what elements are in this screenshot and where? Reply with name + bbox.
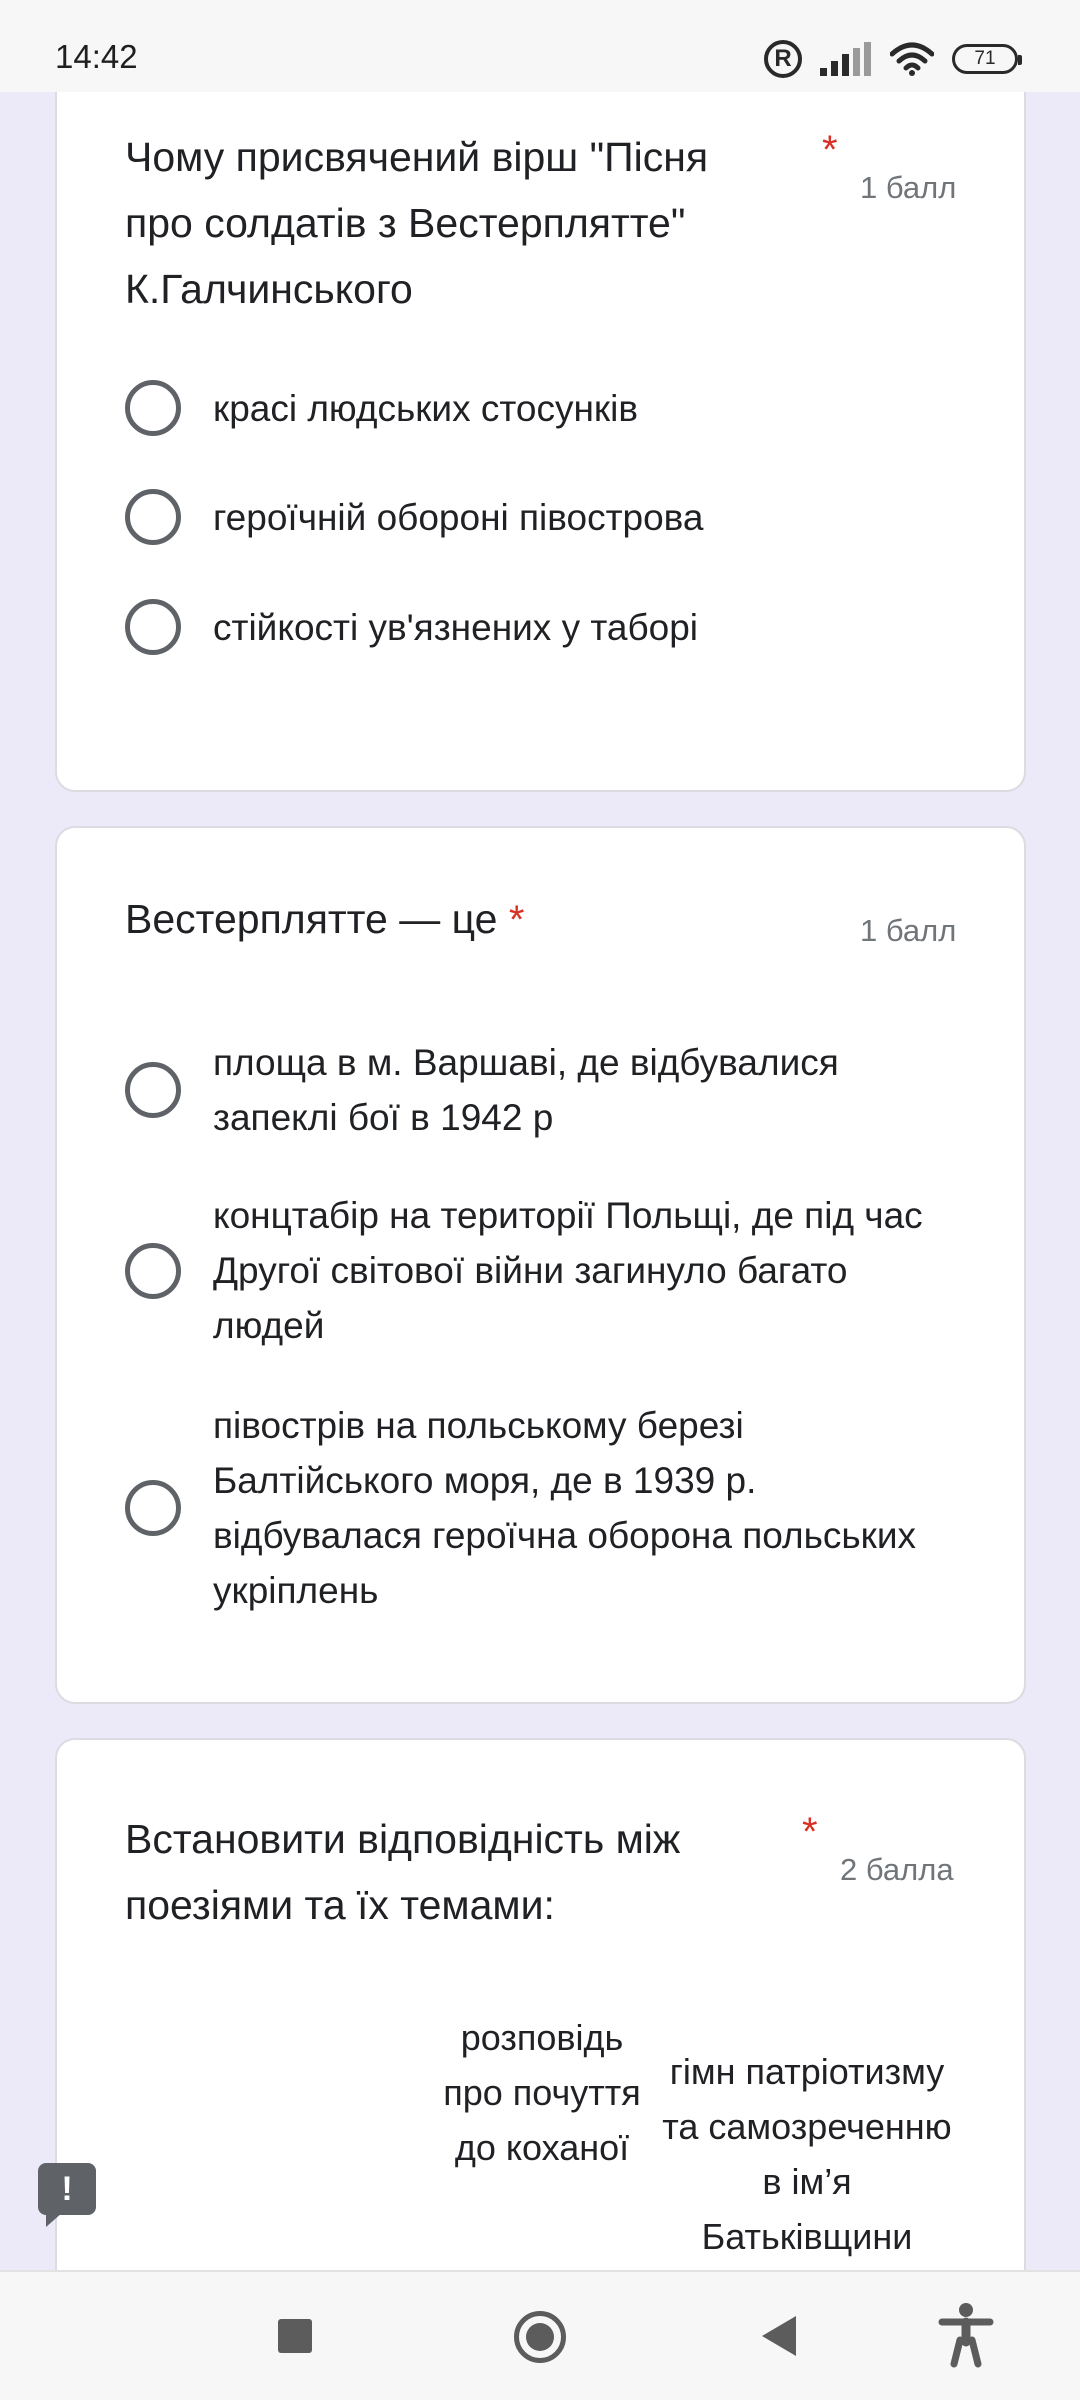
question-points: 2 балла	[840, 1852, 954, 1887]
battery-icon: 71	[952, 44, 1022, 74]
radio-button[interactable]	[125, 489, 181, 545]
radio-button[interactable]	[125, 380, 181, 436]
recents-icon[interactable]	[278, 2319, 312, 2353]
signal-icon	[820, 42, 871, 76]
radio-button[interactable]	[125, 1062, 181, 1118]
question-card: Чому присвячений вірш "Пісня про солдаті…	[55, 60, 1026, 792]
option-label: красі людських стосунків	[213, 387, 638, 429]
radio-button[interactable]	[125, 1480, 181, 1536]
wifi-icon	[890, 42, 934, 76]
status-time: 14:42	[55, 38, 138, 75]
required-asterisk: *	[822, 128, 838, 172]
status-icons: R 71	[764, 40, 1022, 78]
radio-option[interactable]: героїчній обороні півострова	[125, 489, 704, 545]
option-label: стійкості ув'язнених у таборі	[213, 606, 699, 648]
back-icon[interactable]	[762, 2316, 796, 2356]
radio-option[interactable]: площа в м. Варшаві, де відбувалися запек…	[125, 1035, 925, 1145]
option-label: героїчній обороні півострова	[213, 496, 704, 538]
question-points: 1 балл	[860, 913, 957, 948]
question-title: Встановити відповідність між поезіями та…	[125, 1816, 681, 1928]
question-title-text: Вестерплятте — це	[125, 896, 498, 942]
option-label: площа в м. Варшаві, де відбувалися запек…	[213, 1042, 839, 1138]
home-icon[interactable]	[514, 2311, 566, 2363]
feedback-button[interactable]: !	[38, 2163, 96, 2227]
radio-option[interactable]: стійкості ув'язнених у таборі	[125, 599, 698, 655]
status-bar: 14:42 R 71	[0, 0, 1080, 92]
option-label: півострів на польському березі Балтійськ…	[213, 1405, 916, 1611]
accessibility-icon[interactable]	[938, 2302, 994, 2368]
radio-option[interactable]: концтабір на території Польщі, де під ча…	[125, 1188, 925, 1353]
radio-option[interactable]: півострів на польському березі Балтійськ…	[125, 1398, 925, 1618]
registered-icon: R	[764, 40, 802, 78]
question-card: Встановити відповідність між поезіями та…	[55, 1738, 1026, 2270]
question-card: Вестерплятте — це * 1 балл площа в м. Ва…	[55, 826, 1026, 1704]
radio-option[interactable]: красі людських стосунків	[125, 380, 638, 436]
question-points: 1 балл	[860, 170, 957, 205]
form-scroll-area[interactable]: Чому присвячений вірш "Пісня про солдаті…	[0, 0, 1080, 2270]
option-label: концтабір на території Польщі, де під ча…	[213, 1195, 923, 1346]
radio-button[interactable]	[125, 1242, 181, 1299]
navigation-bar	[0, 2270, 1080, 2400]
grid-column-header: гімн патріотизму та самозреченню в ім’я …	[662, 2051, 952, 2257]
radio-button[interactable]	[125, 599, 181, 655]
required-asterisk: *	[508, 898, 525, 942]
question-title: Вестерплятте — це *	[125, 886, 825, 953]
grid-column-header: розповідь про почуття до коханої	[443, 2017, 641, 2168]
required-asterisk: *	[802, 1810, 818, 1854]
question-title: Чому присвячений вірш "Пісня про солдаті…	[125, 134, 709, 312]
